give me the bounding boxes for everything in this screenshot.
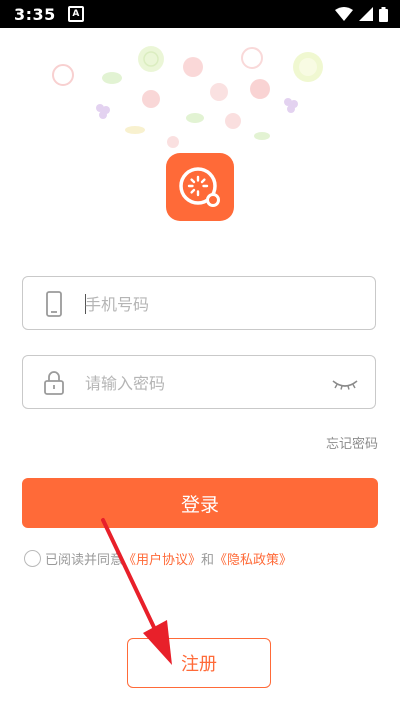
- app-logo: [166, 153, 234, 221]
- notification-icon: A: [67, 6, 84, 22]
- signal-icon: [359, 7, 373, 21]
- logo-mark-icon: [179, 167, 220, 207]
- agreement-and: 和: [201, 552, 215, 568]
- user-agreement-link[interactable]: 《用户协议》: [123, 549, 201, 568]
- status-bar: 3:35 A: [0, 0, 400, 28]
- agreement-row: 已阅读并同意 《用户协议》 和 《隐私政策》: [24, 547, 292, 569]
- forgot-password-link[interactable]: 忘记密码: [326, 433, 378, 452]
- battery-icon: [379, 6, 388, 22]
- wifi-icon: [335, 7, 353, 21]
- password-input[interactable]: [85, 368, 335, 398]
- eye-closed-icon[interactable]: [331, 377, 359, 391]
- fruit-decoration: [52, 46, 323, 148]
- phone-field[interactable]: [22, 276, 376, 330]
- phone-input[interactable]: [85, 289, 335, 319]
- status-time: 3:35: [14, 4, 56, 24]
- password-field[interactable]: [22, 355, 376, 409]
- agreement-prefix: 已阅读并同意: [45, 552, 124, 568]
- lock-icon: [44, 371, 64, 395]
- login-button[interactable]: 登录: [22, 478, 378, 528]
- agreement-checkbox[interactable]: [24, 549, 41, 567]
- privacy-policy-link[interactable]: 《隐私政策》: [214, 549, 292, 568]
- register-button[interactable]: 注册: [127, 638, 271, 688]
- phone-icon: [46, 291, 62, 317]
